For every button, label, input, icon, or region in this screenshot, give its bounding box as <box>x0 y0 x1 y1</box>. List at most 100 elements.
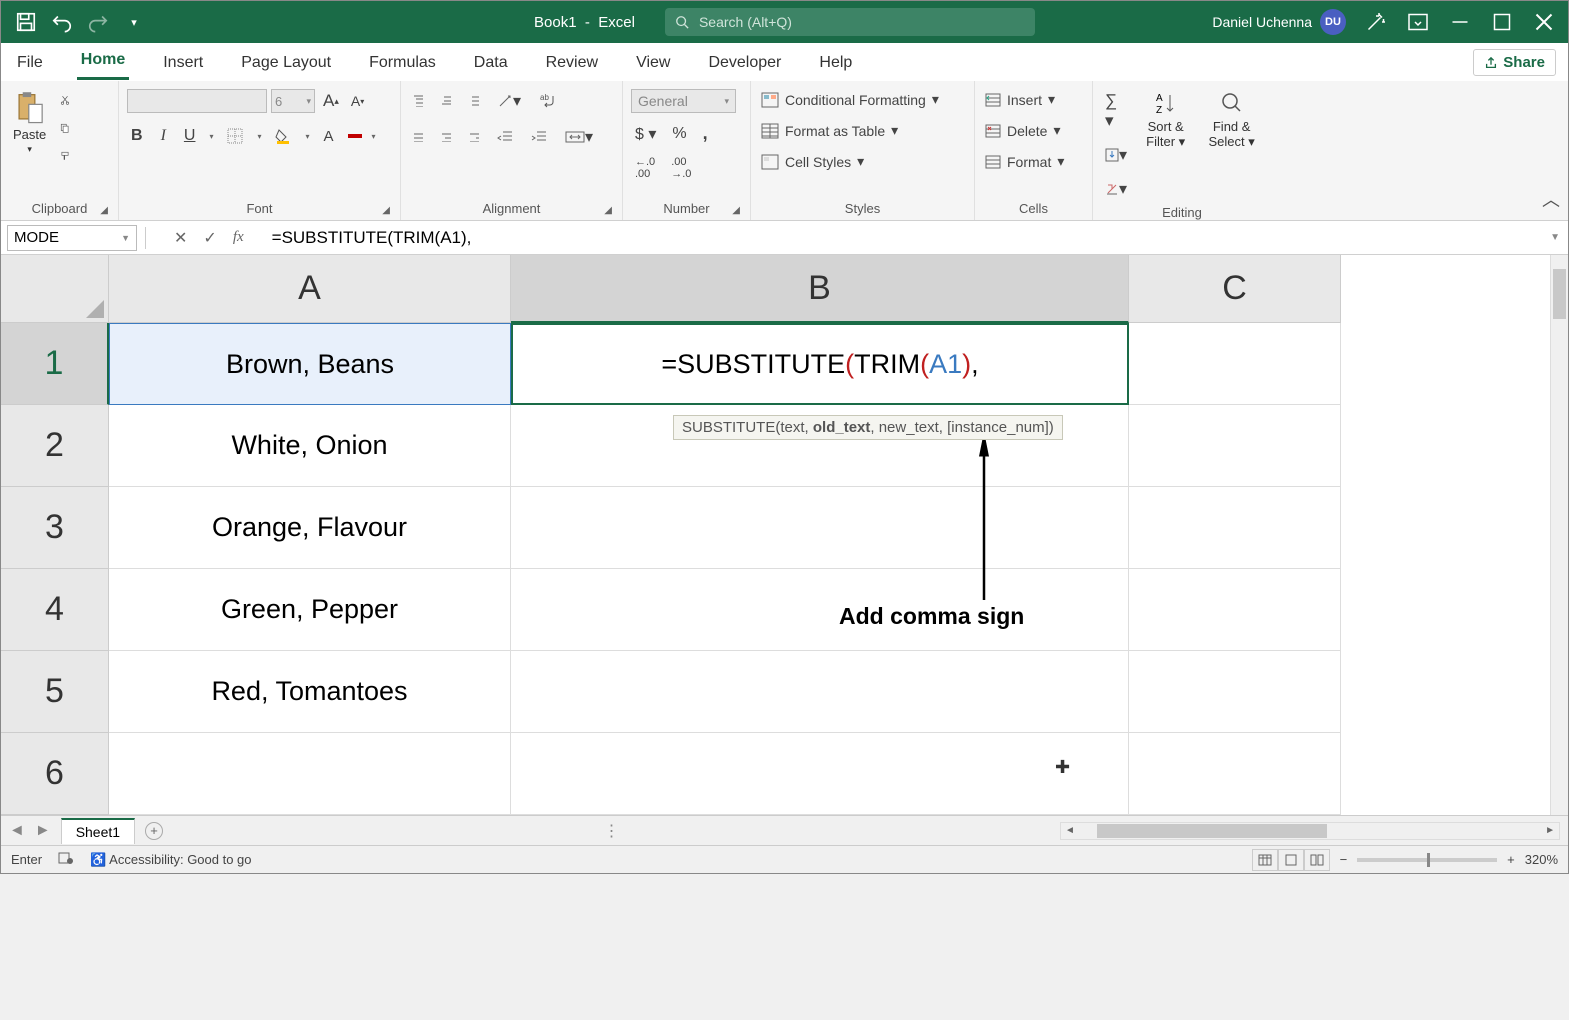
tab-help[interactable]: Help <box>815 46 856 80</box>
col-header-C[interactable]: C <box>1129 255 1341 323</box>
zoom-slider[interactable] <box>1357 858 1497 862</box>
increase-decimal-icon[interactable]: ←.0.00 <box>631 154 659 182</box>
col-header-B[interactable]: B <box>511 255 1129 323</box>
decrease-font-icon[interactable]: A▾ <box>347 91 368 111</box>
horizontal-scrollbar[interactable]: ◄► <box>1060 822 1560 840</box>
borders-icon[interactable] <box>223 126 247 146</box>
ribbon-mode-icon[interactable] <box>1406 10 1430 34</box>
row-header-3[interactable]: 3 <box>1 487 109 569</box>
merge-icon[interactable]: ▾ <box>561 125 597 149</box>
number-launcher[interactable]: ◢ <box>732 205 740 216</box>
cell-grid[interactable]: ABC 123456 Brown, BeansWhite, OnionOrang… <box>1 255 1568 815</box>
row-header-2[interactable]: 2 <box>1 405 109 487</box>
zoom-in-icon[interactable]: + <box>1507 852 1515 867</box>
cancel-formula-icon[interactable]: ✕ <box>174 228 187 248</box>
user-account[interactable]: Daniel Uchenna DU <box>1212 9 1346 35</box>
tab-page-layout[interactable]: Page Layout <box>237 46 335 80</box>
add-sheet-icon[interactable]: + <box>145 822 163 840</box>
vertical-scrollbar[interactable] <box>1550 255 1568 815</box>
fill-color-icon[interactable] <box>271 126 295 146</box>
decrease-indent-icon[interactable] <box>493 128 517 146</box>
tab-view[interactable]: View <box>632 46 674 80</box>
maximize-icon[interactable] <box>1490 10 1514 34</box>
percent-icon[interactable]: % <box>668 123 690 145</box>
qat-more-icon[interactable]: ▾ <box>123 11 145 33</box>
row-header-6[interactable]: 6 <box>1 733 109 815</box>
cell-styles-button[interactable]: Cell Styles ▾ <box>759 151 941 172</box>
align-left-icon[interactable] <box>409 130 427 144</box>
normal-view-icon[interactable] <box>1252 849 1278 871</box>
formula-input[interactable]: =SUBSTITUTE(TRIM(A1), <box>264 228 1542 248</box>
zoom-out-icon[interactable]: − <box>1340 852 1348 867</box>
macro-record-icon[interactable] <box>58 851 74 868</box>
format-painter-icon[interactable] <box>56 147 74 165</box>
col-header-A[interactable]: A <box>109 255 511 323</box>
fx-icon[interactable]: fx <box>233 229 244 246</box>
tab-home[interactable]: Home <box>77 43 129 80</box>
redo-icon[interactable] <box>87 11 109 33</box>
find-select-button[interactable]: Find & Select ▾ <box>1200 89 1263 152</box>
clear-icon[interactable]: ▾ <box>1101 177 1131 201</box>
increase-indent-icon[interactable] <box>527 128 551 146</box>
page-layout-view-icon[interactable] <box>1278 849 1304 871</box>
increase-font-icon[interactable]: A▴ <box>319 89 343 113</box>
font-launcher[interactable]: ◢ <box>382 205 390 216</box>
conditional-formatting-button[interactable]: Conditional Formatting ▾ <box>759 89 941 110</box>
cell-A4[interactable]: Green, Pepper <box>109 569 511 651</box>
paste-button[interactable]: Paste ▾ <box>9 89 50 157</box>
cell-A5[interactable]: Red, Tomantoes <box>109 651 511 733</box>
row-header-1[interactable]: 1 <box>1 323 109 405</box>
number-format-select[interactable]: General▾ <box>631 89 736 113</box>
sheet-nav-next-icon[interactable]: ► <box>35 822 51 840</box>
bold-icon[interactable]: B <box>127 125 147 147</box>
currency-icon[interactable]: $ ▾ <box>631 122 660 146</box>
autosum-icon[interactable]: ∑ ▾ <box>1101 89 1131 133</box>
search-box[interactable]: Search (Alt+Q) <box>665 8 1035 36</box>
accessibility-status[interactable]: ♿ Accessibility: Good to go <box>90 852 251 868</box>
align-center-icon[interactable] <box>437 130 455 144</box>
cell-C5[interactable] <box>1129 651 1341 733</box>
sheet-nav-prev-icon[interactable]: ◄ <box>9 822 25 840</box>
tab-file[interactable]: File <box>13 46 47 80</box>
align-middle-icon[interactable] <box>437 93 455 109</box>
tab-insert[interactable]: Insert <box>159 46 207 80</box>
copy-icon[interactable] <box>56 119 74 137</box>
minimize-icon[interactable] <box>1448 10 1472 34</box>
row-header-4[interactable]: 4 <box>1 569 109 651</box>
cell-A3[interactable]: Orange, Flavour <box>109 487 511 569</box>
cell-B3[interactable] <box>511 487 1129 569</box>
font-size-select[interactable]: 6▾ <box>271 89 315 113</box>
font-family-select[interactable] <box>127 89 267 113</box>
cell-B4[interactable] <box>511 569 1129 651</box>
wrap-text-icon[interactable]: ab <box>535 90 563 112</box>
confirm-formula-icon[interactable]: ✓ <box>203 228 216 248</box>
save-icon[interactable] <box>15 11 37 33</box>
clipboard-launcher[interactable]: ◢ <box>100 205 108 216</box>
expand-formula-bar-icon[interactable]: ▼ <box>1542 232 1568 243</box>
alignment-launcher[interactable]: ◢ <box>604 205 612 216</box>
delete-cells-button[interactable]: Delete ▾ <box>983 120 1066 141</box>
fill-icon[interactable]: ▾ <box>1101 143 1131 167</box>
sheet-tab[interactable]: Sheet1 <box>61 818 135 844</box>
cell-C2[interactable] <box>1129 405 1341 487</box>
align-right-icon[interactable] <box>465 130 483 144</box>
row-header-5[interactable]: 5 <box>1 651 109 733</box>
italic-icon[interactable]: I <box>157 125 170 147</box>
cut-icon[interactable] <box>56 91 74 109</box>
page-break-view-icon[interactable] <box>1304 849 1330 871</box>
name-box[interactable]: MODE▼ <box>7 225 137 251</box>
cell-C1[interactable] <box>1129 323 1341 405</box>
tab-review[interactable]: Review <box>542 46 602 80</box>
cell-A6[interactable] <box>109 733 511 815</box>
magic-icon[interactable] <box>1364 10 1388 34</box>
collapse-ribbon-icon[interactable]: ︿ <box>1534 178 1568 220</box>
underline-icon[interactable]: U <box>180 125 200 147</box>
cell-A2[interactable]: White, Onion <box>109 405 511 487</box>
select-all-corner[interactable] <box>1 255 109 323</box>
cell-C6[interactable] <box>1129 733 1341 815</box>
zoom-level[interactable]: 320% <box>1525 852 1558 867</box>
sort-filter-button[interactable]: AZ Sort & Filter ▾ <box>1137 89 1194 152</box>
decrease-decimal-icon[interactable]: .00→.0 <box>667 154 695 182</box>
orientation-icon[interactable]: ▾ <box>493 89 525 113</box>
cell-A1[interactable]: Brown, Beans <box>109 323 511 405</box>
